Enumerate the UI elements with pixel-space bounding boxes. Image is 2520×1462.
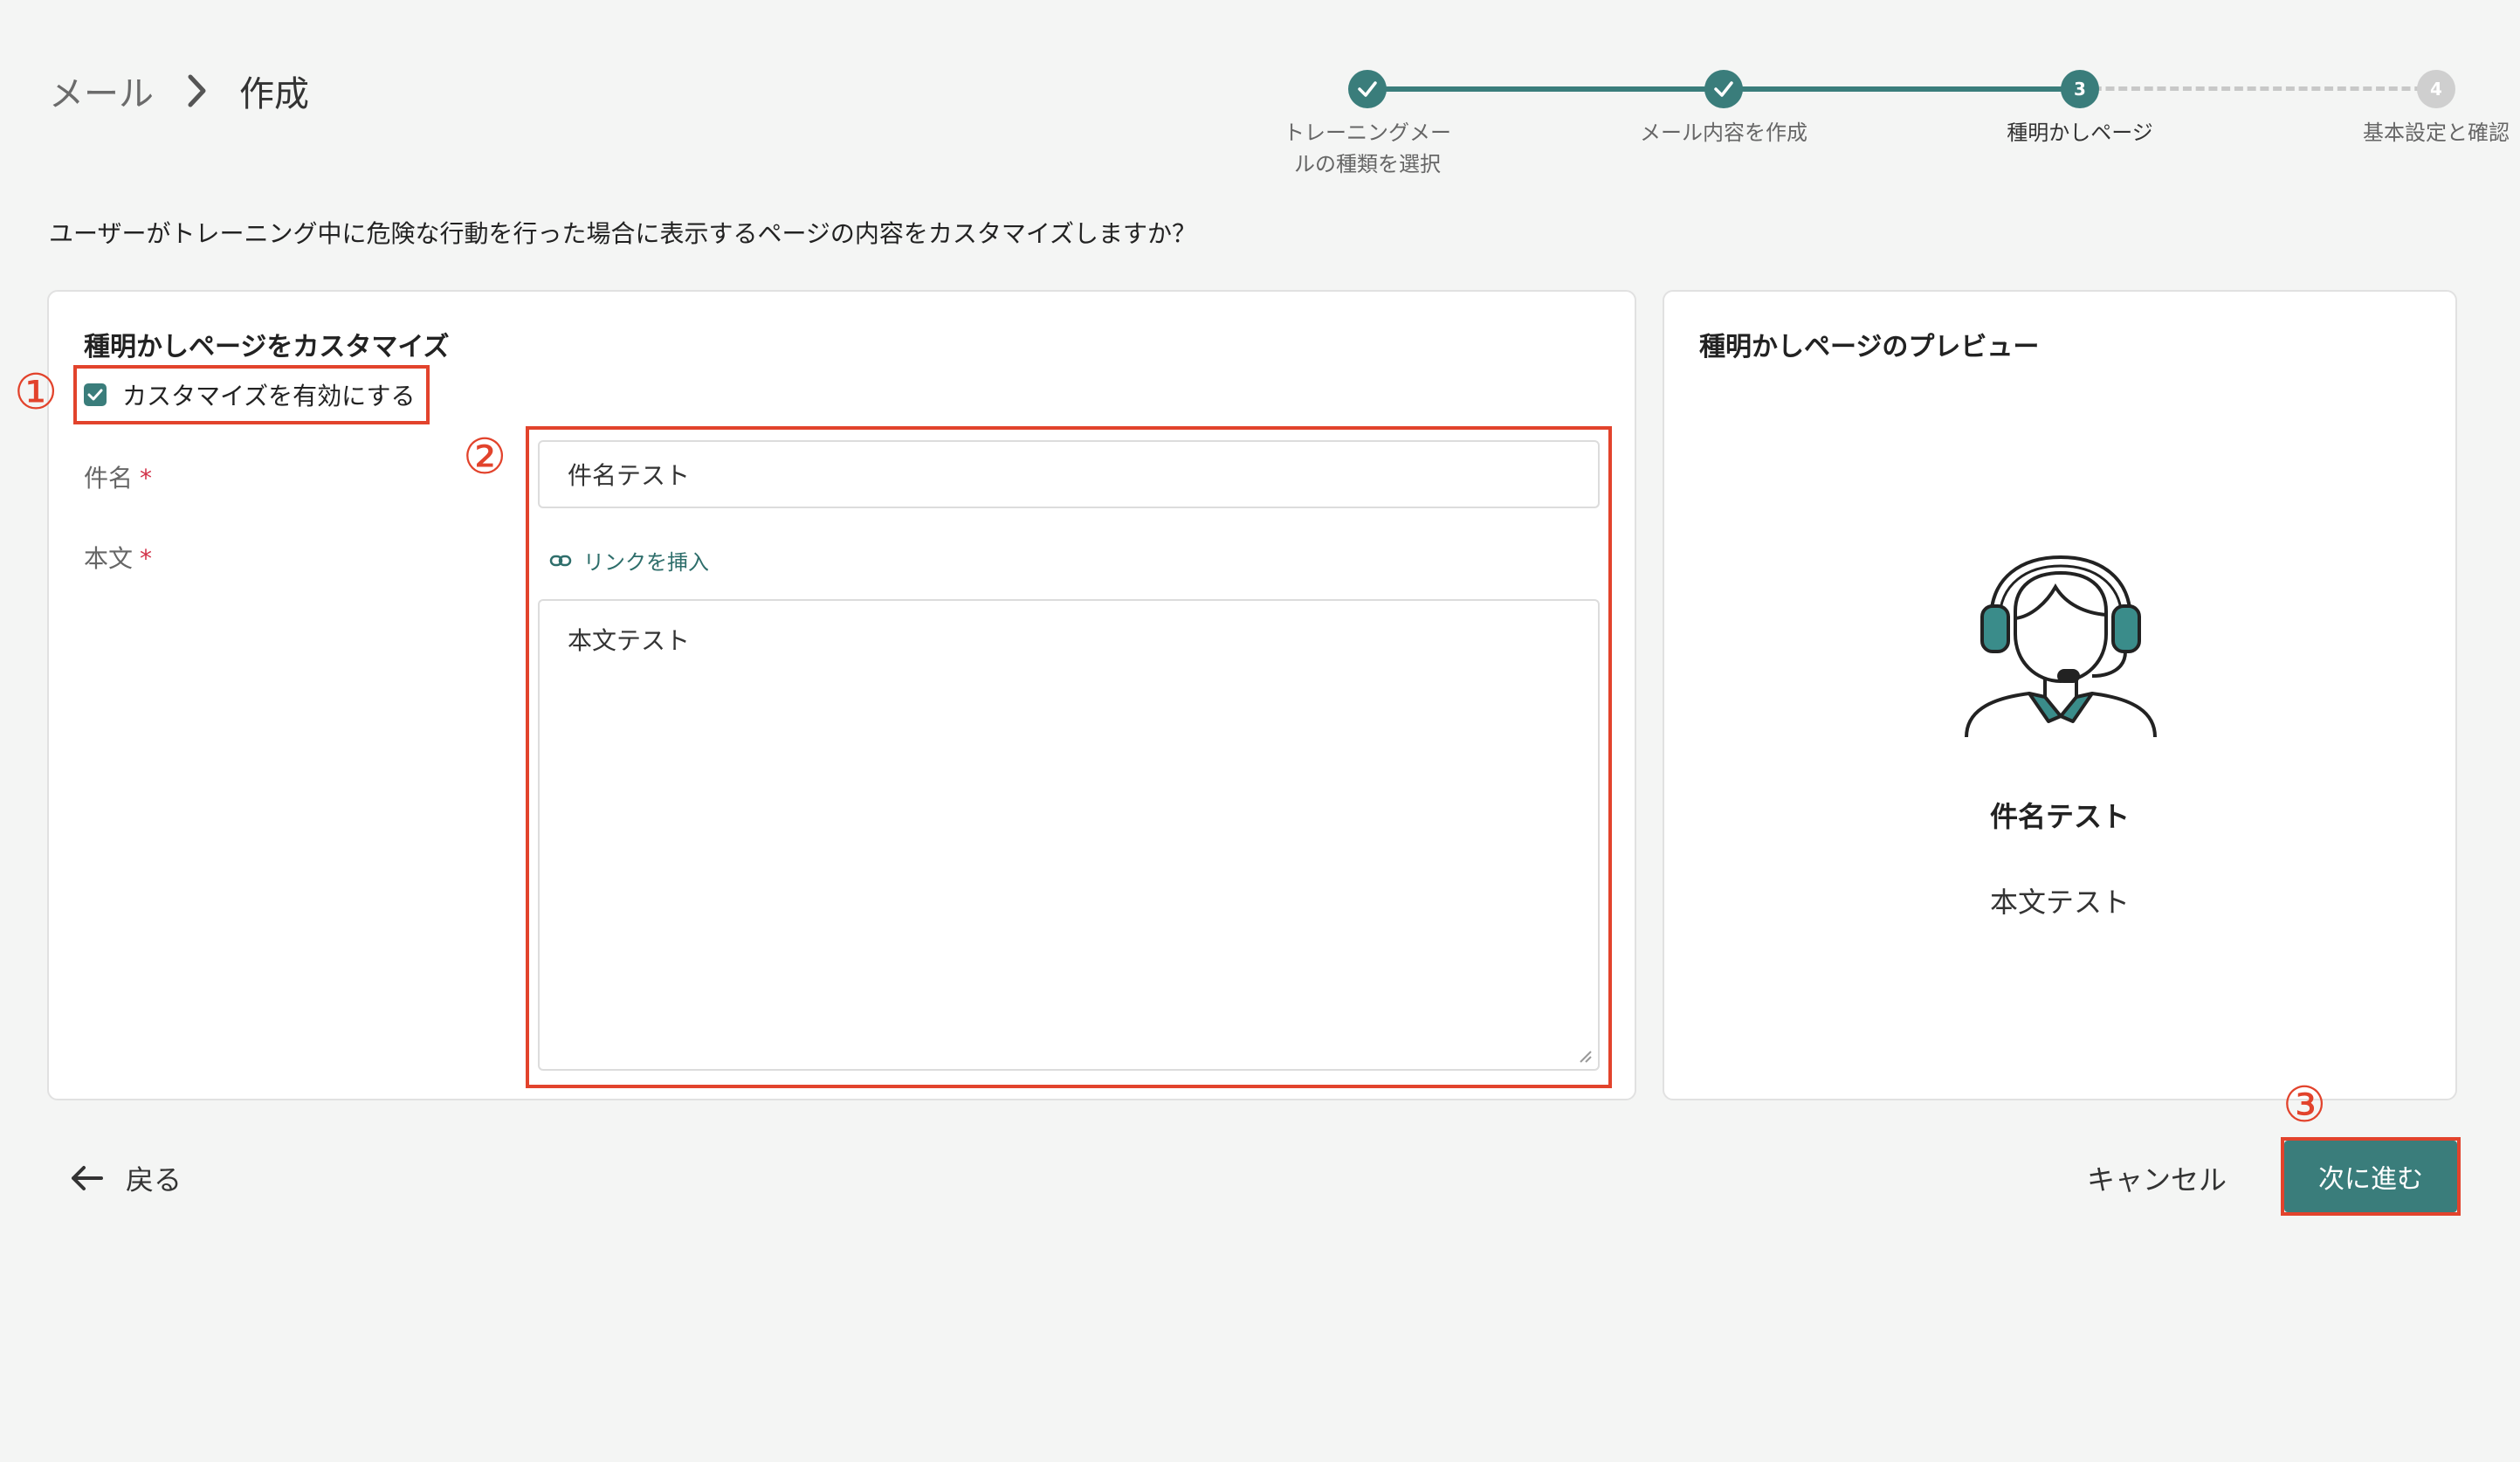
breadcrumb-parent-mail[interactable]: メール bbox=[49, 66, 154, 116]
preview-body: 本文テスト bbox=[1989, 886, 2130, 919]
step-3-circle: 3 bbox=[2061, 70, 2099, 108]
step-connector bbox=[1367, 86, 1724, 92]
progress-stepper: トレーニングメー ルの種類を選択 メール内容を作成 3 種明かしページ 4 基本… bbox=[1275, 63, 2510, 185]
preview-card-title: 種明かしページのプレビュー bbox=[1699, 332, 2040, 362]
step-1-label: トレーニングメー ルの種類を選択 bbox=[1284, 121, 1451, 176]
page-question: ユーザーがトレーニング中に危険な行動を行った場合に表示するページの内容をカスタマ… bbox=[49, 219, 1197, 248]
step-connector bbox=[2080, 86, 2436, 91]
annotation-number-3: ③ bbox=[2282, 1077, 2327, 1134]
body-field-label: 本文 * bbox=[84, 544, 153, 573]
cancel-button[interactable]: キャンセル bbox=[2087, 1158, 2227, 1198]
subject-field-label: 件名 * bbox=[84, 464, 153, 493]
breadcrumb-current: 作成 bbox=[239, 74, 309, 114]
chevron-right-icon bbox=[180, 73, 215, 108]
annotation-number-1: ① bbox=[14, 364, 59, 421]
step-2-check-icon bbox=[1704, 70, 1743, 108]
step-4-circle: 4 bbox=[2417, 70, 2455, 108]
annotation-box-2 bbox=[526, 426, 1612, 1088]
back-button-label: 戻る bbox=[126, 1163, 182, 1196]
step-3-label: 種明かしページ bbox=[2007, 121, 2153, 145]
step-1-check-icon bbox=[1348, 70, 1387, 108]
required-mark: * bbox=[140, 464, 153, 493]
required-mark: * bbox=[140, 544, 153, 573]
breadcrumb: メール 作成 bbox=[49, 65, 309, 117]
annotation-number-2: ② bbox=[463, 429, 507, 486]
arrow-left-icon bbox=[72, 1166, 103, 1190]
step-4-label: 基本設定と確認 bbox=[2363, 121, 2510, 145]
next-button[interactable]: 次に進む bbox=[2284, 1141, 2457, 1212]
customize-card-title: 種明かしページをカスタマイズ bbox=[84, 332, 450, 362]
preview-subject: 件名テスト bbox=[1989, 800, 2130, 833]
annotation-box-1 bbox=[73, 365, 430, 424]
support-agent-icon bbox=[1965, 555, 2157, 738]
step-2-label: メール内容を作成 bbox=[1640, 121, 1807, 145]
step-connector bbox=[1724, 86, 2080, 92]
back-button[interactable]: 戻る bbox=[70, 1158, 182, 1198]
